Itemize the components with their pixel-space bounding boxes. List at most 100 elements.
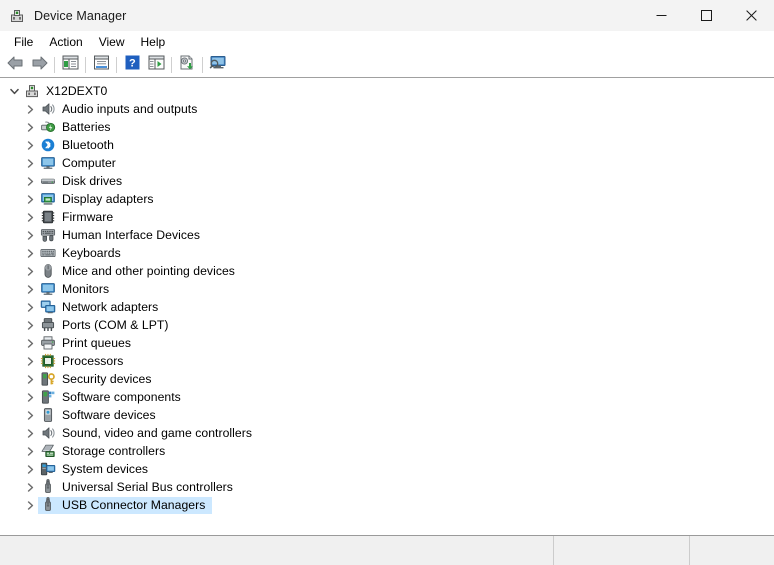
status-pane-main [0, 536, 554, 565]
tree-item-monitors[interactable]: Monitors [0, 280, 774, 298]
chevron-right-icon[interactable] [22, 424, 38, 442]
tree-item-usb-connector-managers-content[interactable]: USB Connector Managers [38, 496, 213, 514]
chevron-right-icon[interactable] [22, 442, 38, 460]
properties-button[interactable] [89, 54, 113, 76]
chevron-right-icon[interactable] [22, 478, 38, 496]
chevron-right-icon[interactable] [22, 100, 38, 118]
chevron-down-icon[interactable] [6, 82, 22, 100]
chevron-right-icon[interactable] [22, 334, 38, 352]
tree-item-display-adapters[interactable]: Display adapters [0, 190, 774, 208]
maximize-button[interactable] [684, 0, 729, 31]
tree-item-processors[interactable]: Processors [0, 352, 774, 370]
tree-item-system-devices-content[interactable]: System devices [38, 461, 155, 478]
tree-item-root[interactable]: X12DEXT0 [0, 82, 774, 100]
display-mode-button[interactable] [206, 54, 230, 76]
tree-item-storage-controllers-content[interactable]: Storage controllers [38, 443, 172, 460]
printer-icon [40, 335, 56, 351]
chevron-right-icon[interactable] [22, 316, 38, 334]
chevron-right-icon[interactable] [22, 496, 38, 514]
tree-item-print-queues-content[interactable]: Print queues [38, 335, 138, 352]
tree-item-label: Bluetooth [62, 138, 114, 152]
console-tree-icon [62, 55, 79, 75]
tree-item-software-components-content[interactable]: Software components [38, 389, 188, 406]
tree-item-sound-video-and-game-controllers[interactable]: Sound, video and game controllers [0, 424, 774, 442]
menu-action[interactable]: Action [41, 33, 90, 51]
minimize-button[interactable] [639, 0, 684, 31]
chevron-right-icon[interactable] [22, 208, 38, 226]
tree-item-software-devices[interactable]: Software devices [0, 406, 774, 424]
tree-item-ports-com-and-lpt-content[interactable]: Ports (COM & LPT) [38, 317, 176, 334]
tree-item-display-adapters-content[interactable]: Display adapters [38, 191, 161, 208]
menu-bar: File Action View Help [0, 31, 774, 53]
chevron-right-icon[interactable] [22, 370, 38, 388]
chevron-right-icon[interactable] [22, 118, 38, 136]
back-button[interactable] [3, 54, 27, 76]
tree-item-human-interface-devices-content[interactable]: Human Interface Devices [38, 227, 207, 244]
window-title: Device Manager [34, 8, 127, 23]
chevron-right-icon[interactable] [22, 244, 38, 262]
menu-file[interactable]: File [6, 33, 41, 51]
status-bar [0, 535, 774, 565]
tree-item-human-interface-devices[interactable]: Human Interface Devices [0, 226, 774, 244]
tree-item-keyboards[interactable]: Keyboards [0, 244, 774, 262]
chevron-right-icon[interactable] [22, 226, 38, 244]
tree-item-ports-com-and-lpt[interactable]: Ports (COM & LPT) [0, 316, 774, 334]
tree-item-firmware[interactable]: Firmware [0, 208, 774, 226]
tree-item-software-components[interactable]: Software components [0, 388, 774, 406]
tree-item-keyboards-content[interactable]: Keyboards [38, 245, 128, 262]
tree-item-network-adapters-content[interactable]: Network adapters [38, 299, 165, 316]
tree-item-disk-drives-content[interactable]: Disk drives [38, 173, 129, 190]
chevron-right-icon[interactable] [22, 262, 38, 280]
tree-item-firmware-content[interactable]: Firmware [38, 209, 120, 226]
chevron-right-icon[interactable] [22, 460, 38, 478]
chevron-right-icon[interactable] [22, 154, 38, 172]
forward-button[interactable] [27, 54, 51, 76]
chevron-right-icon[interactable] [22, 190, 38, 208]
computer-root-icon [24, 83, 40, 99]
tree-item-universal-serial-bus-controllers[interactable]: Universal Serial Bus controllers [0, 478, 774, 496]
tree-item-bluetooth-content[interactable]: Bluetooth [38, 137, 121, 154]
scan-icon [148, 55, 165, 75]
tree-item-universal-serial-bus-controllers-content[interactable]: Universal Serial Bus controllers [38, 479, 240, 496]
device-tree-panel[interactable]: X12DEXT0 Audio inputs and outputs Batteri… [0, 78, 774, 535]
tree-item-sound-video-and-game-controllers-content[interactable]: Sound, video and game controllers [38, 425, 259, 442]
chevron-right-icon[interactable] [22, 298, 38, 316]
tree-item-audio-inputs-and-outputs[interactable]: Audio inputs and outputs [0, 100, 774, 118]
tree-item-batteries-content[interactable]: Batteries [38, 119, 118, 136]
chevron-right-icon[interactable] [22, 406, 38, 424]
update-driver-button[interactable] [175, 54, 199, 76]
menu-help[interactable]: Help [133, 33, 174, 51]
chevron-right-icon[interactable] [22, 388, 38, 406]
tree-item-root-content[interactable]: X12DEXT0 [22, 83, 114, 100]
show-hide-console-tree-button[interactable] [58, 54, 82, 76]
disk-drive-icon [40, 173, 56, 189]
chevron-right-icon[interactable] [22, 172, 38, 190]
tree-item-bluetooth[interactable]: Bluetooth [0, 136, 774, 154]
tree-item-label: Ports (COM & LPT) [62, 318, 169, 332]
tree-item-audio-inputs-and-outputs-content[interactable]: Audio inputs and outputs [38, 101, 204, 118]
tree-item-processors-content[interactable]: Processors [38, 353, 130, 370]
menu-view[interactable]: View [91, 33, 133, 51]
tree-item-computer[interactable]: Computer [0, 154, 774, 172]
tree-item-print-queues[interactable]: Print queues [0, 334, 774, 352]
tree-item-security-devices[interactable]: Security devices [0, 370, 774, 388]
chevron-right-icon[interactable] [22, 136, 38, 154]
chevron-right-icon[interactable] [22, 352, 38, 370]
tree-item-usb-connector-managers[interactable]: USB Connector Managers [0, 496, 774, 514]
help-button[interactable]: ? [120, 54, 144, 76]
tree-item-network-adapters[interactable]: Network adapters [0, 298, 774, 316]
tree-item-batteries[interactable]: Batteries [0, 118, 774, 136]
close-button[interactable] [729, 0, 774, 31]
scan-hardware-changes-button[interactable] [144, 54, 168, 76]
tree-item-disk-drives[interactable]: Disk drives [0, 172, 774, 190]
tree-item-system-devices[interactable]: System devices [0, 460, 774, 478]
tree-item-mice-and-other-pointing-devices[interactable]: Mice and other pointing devices [0, 262, 774, 280]
tree-item-mice-and-other-pointing-devices-content[interactable]: Mice and other pointing devices [38, 263, 242, 280]
tree-item-computer-content[interactable]: Computer [38, 155, 123, 172]
tree-item-label: Batteries [62, 120, 111, 134]
tree-item-security-devices-content[interactable]: Security devices [38, 371, 159, 388]
tree-item-software-devices-content[interactable]: Software devices [38, 407, 163, 424]
tree-item-monitors-content[interactable]: Monitors [38, 281, 116, 298]
tree-item-storage-controllers[interactable]: Storage controllers [0, 442, 774, 460]
chevron-right-icon[interactable] [22, 280, 38, 298]
